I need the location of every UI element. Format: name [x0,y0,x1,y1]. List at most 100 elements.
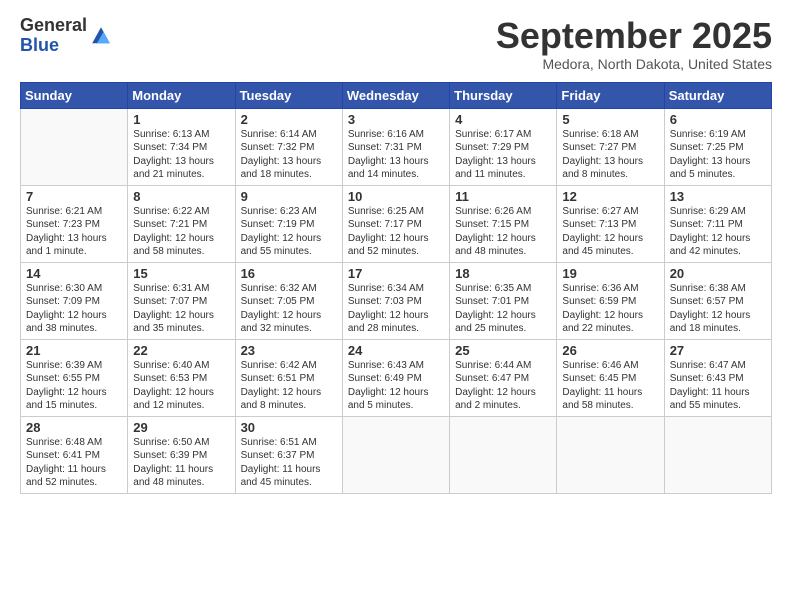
day-number: 3 [348,112,444,127]
day-number: 23 [241,343,337,358]
calendar-cell: 14Sunrise: 6:30 AM Sunset: 7:09 PM Dayli… [21,262,128,339]
day-number: 12 [562,189,658,204]
calendar-cell: 17Sunrise: 6:34 AM Sunset: 7:03 PM Dayli… [342,262,449,339]
day-number: 25 [455,343,551,358]
calendar-cell: 26Sunrise: 6:46 AM Sunset: 6:45 PM Dayli… [557,339,664,416]
calendar-cell: 16Sunrise: 6:32 AM Sunset: 7:05 PM Dayli… [235,262,342,339]
day-info: Sunrise: 6:36 AM Sunset: 6:59 PM Dayligh… [562,282,658,336]
day-info: Sunrise: 6:40 AM Sunset: 6:53 PM Dayligh… [133,359,229,413]
calendar-cell: 10Sunrise: 6:25 AM Sunset: 7:17 PM Dayli… [342,185,449,262]
day-number: 29 [133,420,229,435]
calendar-cell: 29Sunrise: 6:50 AM Sunset: 6:39 PM Dayli… [128,416,235,493]
month-title: September 2025 [496,16,772,56]
day-info: Sunrise: 6:14 AM Sunset: 7:32 PM Dayligh… [241,128,337,182]
day-number: 22 [133,343,229,358]
calendar-cell: 8Sunrise: 6:22 AM Sunset: 7:21 PM Daylig… [128,185,235,262]
header-thursday: Thursday [450,82,557,108]
day-info: Sunrise: 6:48 AM Sunset: 6:41 PM Dayligh… [26,436,122,490]
day-number: 13 [670,189,766,204]
calendar-cell: 24Sunrise: 6:43 AM Sunset: 6:49 PM Dayli… [342,339,449,416]
logo: General Blue [20,16,113,56]
day-info: Sunrise: 6:19 AM Sunset: 7:25 PM Dayligh… [670,128,766,182]
calendar-cell [450,416,557,493]
day-number: 4 [455,112,551,127]
logo-general: General [20,16,87,36]
calendar-cell: 4Sunrise: 6:17 AM Sunset: 7:29 PM Daylig… [450,108,557,185]
calendar-week-row: 14Sunrise: 6:30 AM Sunset: 7:09 PM Dayli… [21,262,772,339]
calendar-cell [557,416,664,493]
day-number: 1 [133,112,229,127]
day-number: 24 [348,343,444,358]
day-number: 30 [241,420,337,435]
calendar-cell: 21Sunrise: 6:39 AM Sunset: 6:55 PM Dayli… [21,339,128,416]
location-subtitle: Medora, North Dakota, United States [496,56,772,72]
calendar-cell [342,416,449,493]
day-number: 5 [562,112,658,127]
calendar-cell: 23Sunrise: 6:42 AM Sunset: 6:51 PM Dayli… [235,339,342,416]
calendar-cell: 5Sunrise: 6:18 AM Sunset: 7:27 PM Daylig… [557,108,664,185]
calendar-cell: 3Sunrise: 6:16 AM Sunset: 7:31 PM Daylig… [342,108,449,185]
calendar-cell: 9Sunrise: 6:23 AM Sunset: 7:19 PM Daylig… [235,185,342,262]
day-info: Sunrise: 6:42 AM Sunset: 6:51 PM Dayligh… [241,359,337,413]
day-info: Sunrise: 6:31 AM Sunset: 7:07 PM Dayligh… [133,282,229,336]
day-info: Sunrise: 6:44 AM Sunset: 6:47 PM Dayligh… [455,359,551,413]
calendar-cell: 25Sunrise: 6:44 AM Sunset: 6:47 PM Dayli… [450,339,557,416]
day-info: Sunrise: 6:51 AM Sunset: 6:37 PM Dayligh… [241,436,337,490]
day-number: 16 [241,266,337,281]
calendar-cell: 27Sunrise: 6:47 AM Sunset: 6:43 PM Dayli… [664,339,771,416]
day-number: 15 [133,266,229,281]
day-number: 20 [670,266,766,281]
day-info: Sunrise: 6:47 AM Sunset: 6:43 PM Dayligh… [670,359,766,413]
header-tuesday: Tuesday [235,82,342,108]
header-friday: Friday [557,82,664,108]
calendar-cell: 2Sunrise: 6:14 AM Sunset: 7:32 PM Daylig… [235,108,342,185]
calendar-cell: 18Sunrise: 6:35 AM Sunset: 7:01 PM Dayli… [450,262,557,339]
day-info: Sunrise: 6:43 AM Sunset: 6:49 PM Dayligh… [348,359,444,413]
day-info: Sunrise: 6:18 AM Sunset: 7:27 PM Dayligh… [562,128,658,182]
calendar-cell: 12Sunrise: 6:27 AM Sunset: 7:13 PM Dayli… [557,185,664,262]
calendar-cell: 1Sunrise: 6:13 AM Sunset: 7:34 PM Daylig… [128,108,235,185]
day-info: Sunrise: 6:32 AM Sunset: 7:05 PM Dayligh… [241,282,337,336]
calendar-week-row: 28Sunrise: 6:48 AM Sunset: 6:41 PM Dayli… [21,416,772,493]
weekday-header-row: Sunday Monday Tuesday Wednesday Thursday… [21,82,772,108]
day-info: Sunrise: 6:23 AM Sunset: 7:19 PM Dayligh… [241,205,337,259]
calendar-cell: 13Sunrise: 6:29 AM Sunset: 7:11 PM Dayli… [664,185,771,262]
day-number: 21 [26,343,122,358]
day-number: 6 [670,112,766,127]
day-info: Sunrise: 6:46 AM Sunset: 6:45 PM Dayligh… [562,359,658,413]
day-number: 17 [348,266,444,281]
title-block: September 2025 Medora, North Dakota, Uni… [496,16,772,72]
calendar-cell: 15Sunrise: 6:31 AM Sunset: 7:07 PM Dayli… [128,262,235,339]
header-wednesday: Wednesday [342,82,449,108]
day-info: Sunrise: 6:34 AM Sunset: 7:03 PM Dayligh… [348,282,444,336]
logo-blue: Blue [20,36,87,56]
day-info: Sunrise: 6:26 AM Sunset: 7:15 PM Dayligh… [455,205,551,259]
day-number: 11 [455,189,551,204]
calendar-cell: 22Sunrise: 6:40 AM Sunset: 6:53 PM Dayli… [128,339,235,416]
day-info: Sunrise: 6:35 AM Sunset: 7:01 PM Dayligh… [455,282,551,336]
day-info: Sunrise: 6:13 AM Sunset: 7:34 PM Dayligh… [133,128,229,182]
header-sunday: Sunday [21,82,128,108]
day-info: Sunrise: 6:27 AM Sunset: 7:13 PM Dayligh… [562,205,658,259]
calendar-cell: 19Sunrise: 6:36 AM Sunset: 6:59 PM Dayli… [557,262,664,339]
day-number: 14 [26,266,122,281]
page: General Blue September 2025 Medora, Nort… [0,0,792,612]
calendar-cell: 28Sunrise: 6:48 AM Sunset: 6:41 PM Dayli… [21,416,128,493]
calendar-week-row: 21Sunrise: 6:39 AM Sunset: 6:55 PM Dayli… [21,339,772,416]
day-number: 10 [348,189,444,204]
day-info: Sunrise: 6:22 AM Sunset: 7:21 PM Dayligh… [133,205,229,259]
day-info: Sunrise: 6:17 AM Sunset: 7:29 PM Dayligh… [455,128,551,182]
day-number: 26 [562,343,658,358]
day-number: 19 [562,266,658,281]
calendar-cell [664,416,771,493]
day-info: Sunrise: 6:21 AM Sunset: 7:23 PM Dayligh… [26,205,122,259]
header-monday: Monday [128,82,235,108]
calendar: Sunday Monday Tuesday Wednesday Thursday… [20,82,772,494]
day-info: Sunrise: 6:30 AM Sunset: 7:09 PM Dayligh… [26,282,122,336]
calendar-cell: 20Sunrise: 6:38 AM Sunset: 6:57 PM Dayli… [664,262,771,339]
day-info: Sunrise: 6:29 AM Sunset: 7:11 PM Dayligh… [670,205,766,259]
day-number: 9 [241,189,337,204]
day-number: 27 [670,343,766,358]
day-number: 2 [241,112,337,127]
day-number: 7 [26,189,122,204]
